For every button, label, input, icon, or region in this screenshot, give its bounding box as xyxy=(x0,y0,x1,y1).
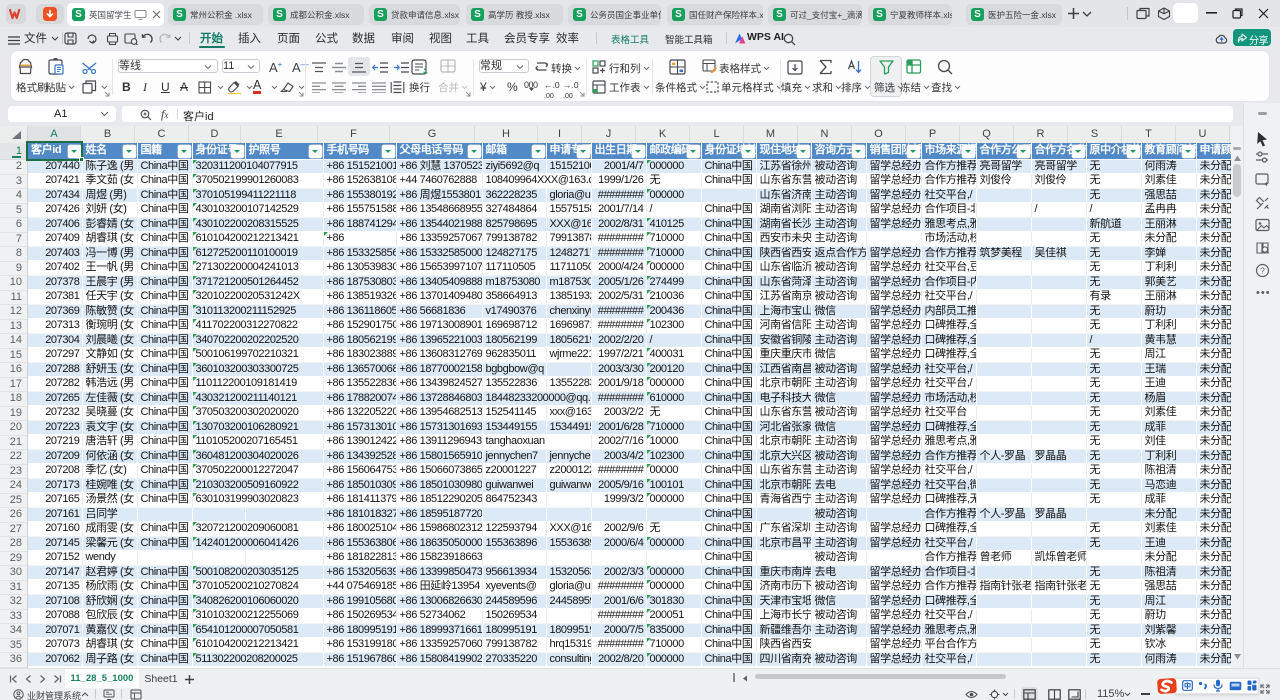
svg-text:?: ? xyxy=(1260,266,1265,276)
